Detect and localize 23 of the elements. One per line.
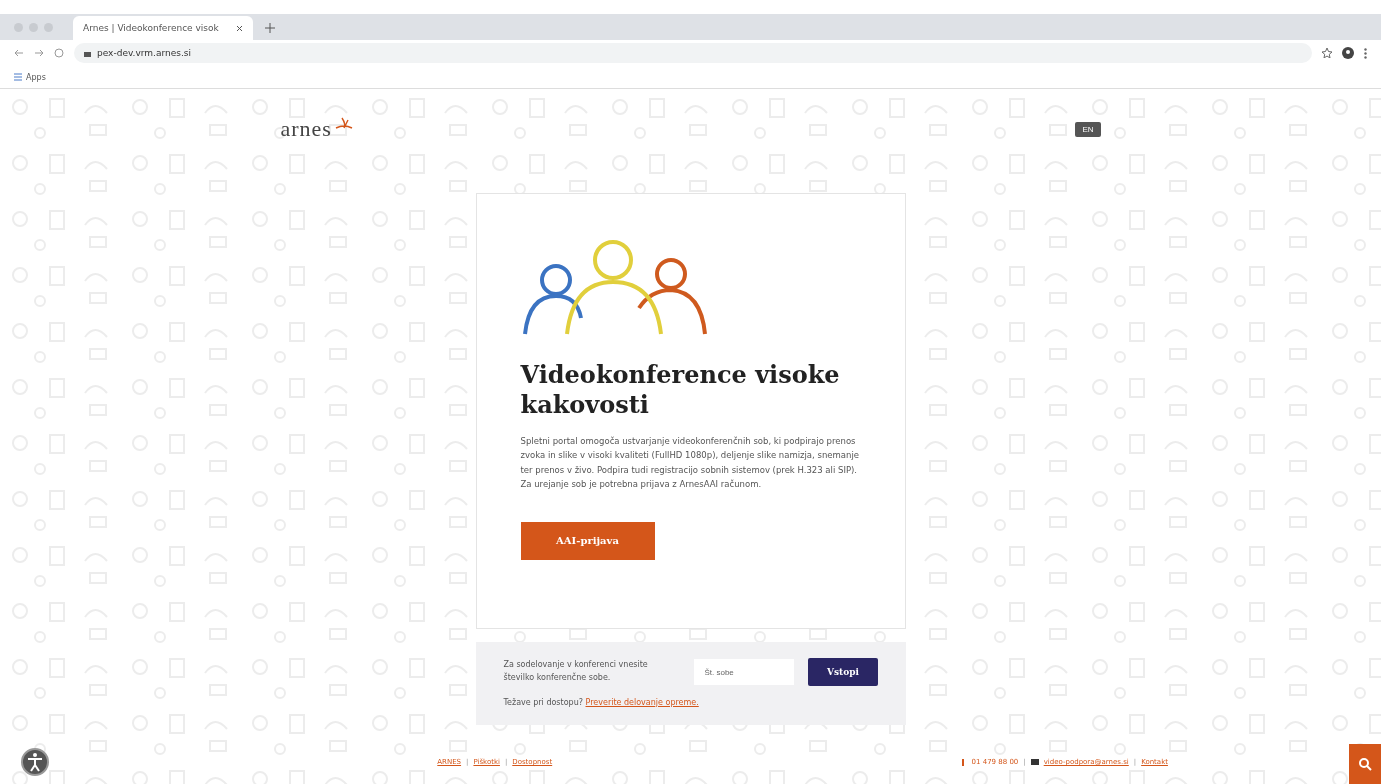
star-icon[interactable]	[1322, 48, 1332, 58]
card-title: Videokonference visoke kakovosti	[520, 360, 841, 420]
room-number-field[interactable]: Št. sobe	[694, 659, 795, 685]
login-button[interactable]: AAI-prijava	[520, 521, 655, 560]
card-description: Spletni portal omogoča ustvarjanje videokonferenčnih sob, ki podpirajo prenos zvoka in slike v visoki kvaliteti (FullHD 1080p), deljenje slike namizja, snemanje ter prenos v živo. Podpira tudi registracijo sobnih sistemov (prek H.323 ali SIP). Za urejanje sob je potrebna prijava z ArnesAAI računom.	[520, 435, 860, 492]
help-link[interactable]: Preverite delovanje opreme.	[585, 698, 699, 707]
apps-icon	[14, 73, 22, 81]
logo[interactable]: arnes	[280, 116, 332, 142]
plus-icon	[265, 23, 275, 33]
address-bar[interactable]: pex-dev.vrm.arnes.si	[74, 43, 1312, 63]
search-button[interactable]	[1349, 744, 1381, 784]
help-text: Težave pri dostopu? Preverite delovanje opreme.	[503, 698, 700, 707]
forward-icon[interactable]	[34, 48, 44, 58]
reload-icon[interactable]	[54, 48, 64, 58]
bookmark-link[interactable]: Apps	[26, 72, 46, 82]
menu-icon[interactable]	[1364, 47, 1367, 59]
back-icon[interactable]	[14, 48, 24, 58]
browser-tab[interactable]: Arnes | Videokonference visok	[73, 16, 253, 40]
join-prompt: Za sodelovanje v konferenci vnesite številko konferenčne sobe.	[503, 659, 649, 684]
join-button[interactable]: Vstopi	[808, 658, 878, 686]
search-icon	[1358, 757, 1372, 771]
account-icon[interactable]	[1342, 47, 1354, 59]
close-icon[interactable]	[236, 24, 243, 32]
